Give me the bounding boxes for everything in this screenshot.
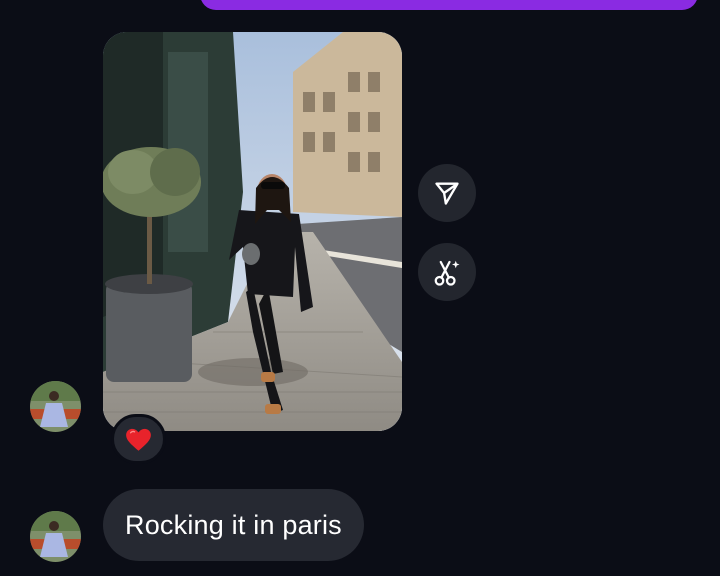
- remix-button[interactable]: [418, 243, 476, 301]
- sender-avatar[interactable]: [30, 381, 81, 432]
- text-message-bubble[interactable]: Rocking it in paris: [103, 489, 364, 561]
- sender-avatar[interactable]: [30, 511, 81, 562]
- heart-icon: [126, 428, 151, 451]
- avatar-image: [30, 381, 81, 432]
- message-text: Rocking it in paris: [125, 509, 342, 540]
- heart-reaction[interactable]: [111, 414, 166, 464]
- photo-message[interactable]: [103, 32, 402, 431]
- photo-image: [103, 32, 402, 431]
- outgoing-message-bubble[interactable]: [200, 0, 698, 10]
- share-button[interactable]: [418, 164, 476, 222]
- send-icon: [435, 182, 459, 205]
- avatar-image: [30, 511, 81, 562]
- remix-scissors-icon: [434, 260, 460, 286]
